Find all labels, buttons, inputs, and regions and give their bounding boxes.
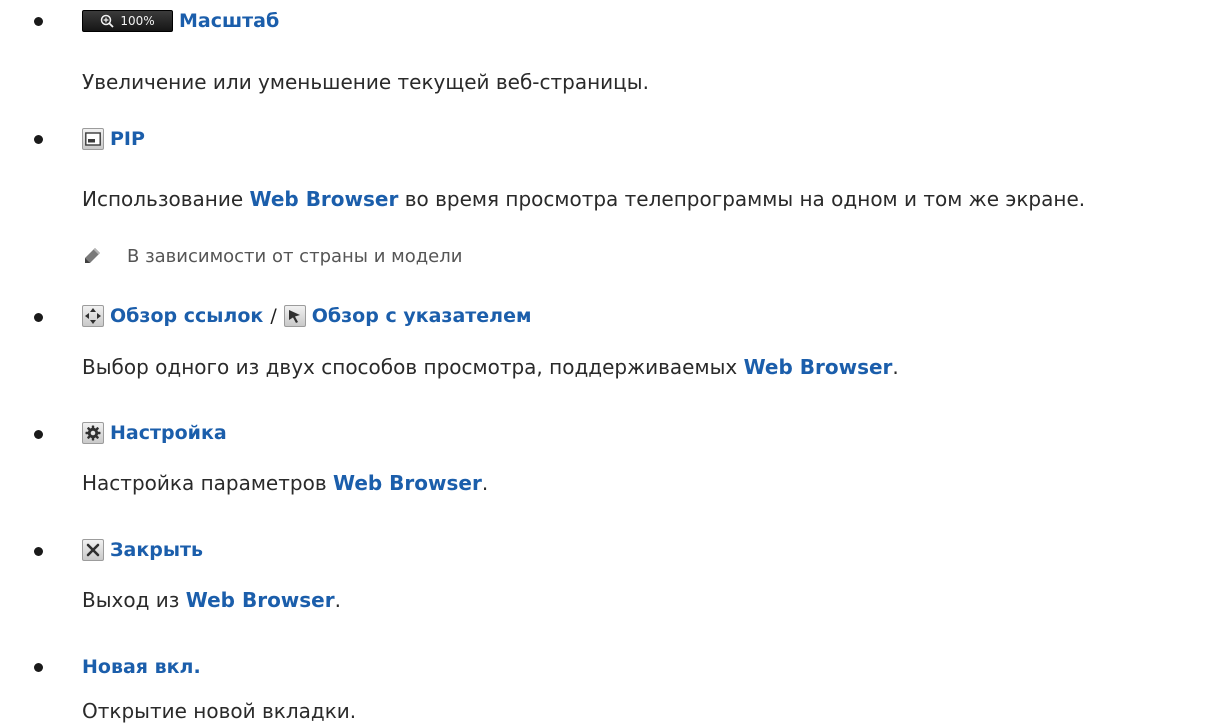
close-desc-after: . — [334, 588, 341, 612]
bullet — [34, 663, 43, 672]
browse-desc-before: Выбор одного из двух способов просмотра,… — [82, 355, 744, 379]
settings-desc-after: . — [481, 471, 489, 495]
pointer-browse-icon — [288, 310, 300, 323]
pencil-icon — [85, 248, 100, 263]
settings-title: Настройка — [110, 422, 227, 444]
close-description: Выход из Web Browser. — [82, 588, 341, 612]
zoom-level: 100% — [120, 14, 155, 28]
pip-button[interactable] — [82, 128, 104, 150]
close-desc-highlight: Web Browser — [185, 588, 335, 612]
link-browse-button[interactable] — [82, 305, 104, 327]
pip-heading: PIP — [82, 127, 145, 151]
browse-mode-heading: Обзор ссылок / Обзор с указателем — [82, 304, 532, 328]
gear-icon — [85, 425, 101, 441]
bullet — [34, 135, 43, 144]
pip-desc-before: Использование — [82, 187, 250, 211]
pip-desc-after: во время просмотра телепрограммы на одно… — [398, 187, 1086, 211]
browse-desc-highlight: Web Browser — [743, 355, 893, 379]
bullet — [34, 430, 43, 439]
browse-desc-after: . — [892, 355, 899, 379]
pip-note-text: В зависимости от страны и модели — [127, 245, 463, 267]
settings-desc-highlight: Web Browser — [332, 471, 482, 495]
pointer-browse-title: Обзор с указателем — [311, 305, 532, 327]
zoom-icon — [101, 14, 114, 28]
pip-note: В зависимости от страны и модели — [82, 244, 462, 268]
link-browse-icon — [85, 308, 101, 324]
settings-description: Настройка параметров Web Browser. — [82, 471, 488, 495]
help-page: 100% Масштаб Увеличение или уменьшение т… — [0, 0, 1213, 726]
pip-icon — [85, 132, 101, 146]
new-tab-description: Открытие новой вкладки. — [82, 699, 357, 723]
zoom-heading: 100% Масштаб — [82, 9, 279, 33]
new-tab-heading: Новая вкл. — [82, 655, 201, 679]
new-tab-title: Новая вкл. — [82, 656, 201, 678]
zoom-button[interactable]: 100% — [82, 10, 173, 32]
settings-heading: Настройка — [82, 421, 227, 445]
close-button[interactable] — [82, 539, 104, 561]
pip-desc-highlight: Web Browser — [249, 187, 399, 211]
zoom-title: Масштаб — [179, 10, 280, 32]
pip-description: Использование Web Browser во время просм… — [82, 187, 1085, 211]
bullet — [34, 17, 43, 26]
browse-mode-description: Выбор одного из двух способов просмотра,… — [82, 355, 899, 379]
settings-desc-before: Настройка параметров — [82, 471, 333, 495]
close-title: Закрыть — [110, 539, 204, 561]
zoom-description: Увеличение или уменьшение текущей веб-ст… — [82, 70, 649, 94]
close-heading: Закрыть — [82, 538, 203, 562]
link-browse-title: Обзор ссылок — [110, 305, 264, 327]
pointer-browse-button[interactable] — [283, 305, 306, 327]
close-icon — [86, 543, 100, 557]
bullet — [34, 547, 43, 556]
pip-title: PIP — [110, 128, 145, 150]
settings-button[interactable] — [82, 422, 104, 444]
close-desc-before: Выход из — [82, 588, 186, 612]
bullet — [34, 313, 43, 322]
title-separator: / — [270, 305, 277, 327]
